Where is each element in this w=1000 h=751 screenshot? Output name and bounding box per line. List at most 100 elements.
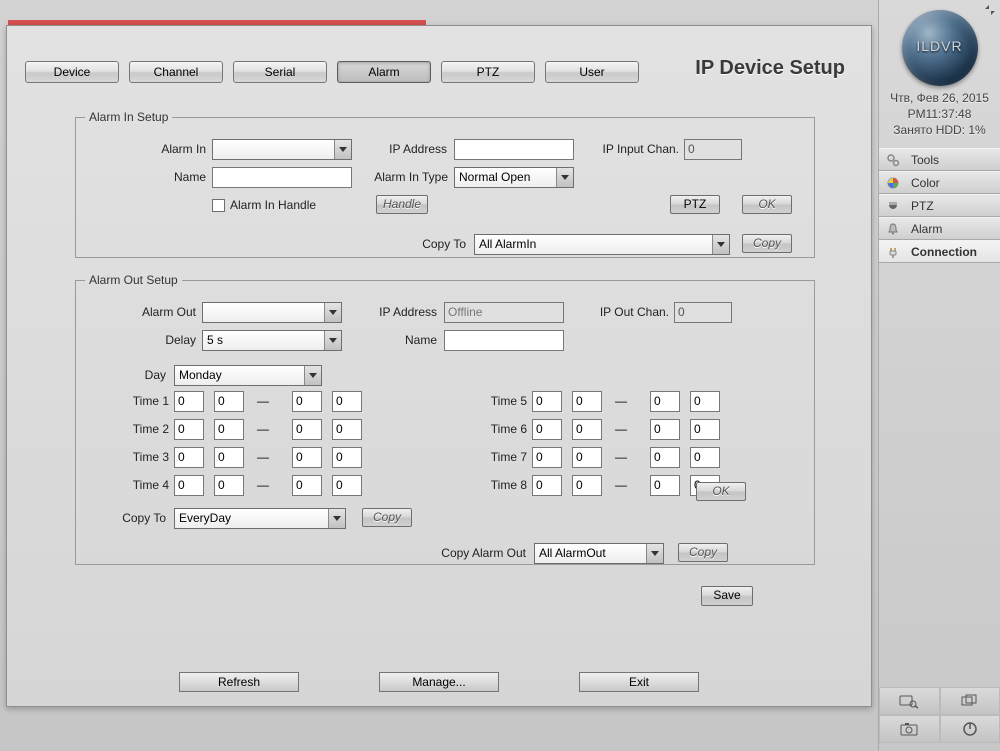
dash-icon: — — [256, 394, 270, 408]
btn-snapshot[interactable] — [879, 715, 940, 743]
inp-time-1-4[interactable]: 0 — [332, 391, 362, 412]
chevron-down-icon — [556, 168, 573, 187]
sidetab-alarm[interactable]: Alarm — [879, 217, 1000, 240]
inp-time-7-4[interactable]: 0 — [690, 447, 720, 468]
sidetab-ptz[interactable]: PTZ — [879, 194, 1000, 217]
sel-copy-to-day[interactable]: EveryDay — [174, 508, 346, 529]
inp-time-5-2[interactable]: 0 — [572, 391, 602, 412]
inp-time-4-2[interactable]: 0 — [214, 475, 244, 496]
inp-time-1-2[interactable]: 0 — [214, 391, 244, 412]
inp-time-2-3[interactable]: 0 — [292, 419, 322, 440]
btn-power[interactable] — [940, 715, 1000, 743]
sidetab-label: Alarm — [911, 222, 942, 236]
inp-time-7-2[interactable]: 0 — [572, 447, 602, 468]
sel-alarm-in-type[interactable]: Normal Open — [454, 167, 574, 188]
alarm-out-legend: Alarm Out Setup — [85, 273, 182, 287]
btn-ok-out[interactable]: OK — [696, 482, 746, 501]
btn-copy-day[interactable]: Copy — [362, 508, 412, 527]
sidetab-color[interactable]: Color — [879, 171, 1000, 194]
inp-ip-address-out: Offline — [444, 302, 564, 323]
btn-ptz-in[interactable]: PTZ — [670, 195, 720, 214]
sidetab-label: Connection — [911, 245, 977, 259]
inp-name-in[interactable] — [212, 167, 352, 188]
inp-time-4-1[interactable]: 0 — [174, 475, 204, 496]
sidetab-connection[interactable]: Connection — [879, 240, 1000, 263]
inp-time-4-4[interactable]: 0 — [332, 475, 362, 496]
inp-time-8-2[interactable]: 0 — [572, 475, 602, 496]
lbl-day: Day — [106, 368, 166, 382]
inp-time-6-3[interactable]: 0 — [650, 419, 680, 440]
inp-time-7-3[interactable]: 0 — [650, 447, 680, 468]
lbl-time-7: Time 7 — [472, 450, 527, 464]
btn-copy-out[interactable]: Copy — [678, 543, 728, 562]
sel-alarm-out[interactable] — [202, 302, 342, 323]
sel-copy-to-in[interactable]: All AlarmIn — [474, 234, 730, 255]
inp-time-4-3[interactable]: 0 — [292, 475, 322, 496]
dash-icon: — — [256, 422, 270, 436]
chevron-down-icon — [324, 331, 341, 350]
tab-user[interactable]: User — [545, 61, 639, 83]
btn-copy-in[interactable]: Copy — [742, 234, 792, 253]
sidetab-tools[interactable]: Tools — [879, 148, 1000, 171]
sel-delay[interactable]: 5 s — [202, 330, 342, 351]
inp-time-6-2[interactable]: 0 — [572, 419, 602, 440]
side-time: PM11:37:48 — [879, 106, 1000, 122]
inp-time-3-3[interactable]: 0 — [292, 447, 322, 468]
alarm-out-group: Alarm Out Setup Alarm Out IP Address Off… — [75, 273, 815, 565]
inp-time-6-4[interactable]: 0 — [690, 419, 720, 440]
sidetab-label: PTZ — [911, 199, 934, 213]
lbl-alarm-out: Alarm Out — [106, 305, 196, 319]
btn-save[interactable]: Save — [701, 586, 753, 606]
inp-time-5-1[interactable]: 0 — [532, 391, 562, 412]
dash-icon: — — [256, 450, 270, 464]
lbl-time-1: Time 1 — [114, 394, 169, 408]
inp-time-2-4[interactable]: 0 — [332, 419, 362, 440]
inp-time-6-1[interactable]: 0 — [532, 419, 562, 440]
tab-channel[interactable]: Channel — [129, 61, 223, 83]
inp-time-8-1[interactable]: 0 — [532, 475, 562, 496]
tab-alarm[interactable]: Alarm — [337, 61, 431, 83]
chk-alarm-in-handle[interactable] — [212, 199, 225, 212]
tab-serial[interactable]: Serial — [233, 61, 327, 83]
btn-multiview[interactable] — [940, 687, 1000, 715]
inp-time-5-3[interactable]: 0 — [650, 391, 680, 412]
inp-time-2-2[interactable]: 0 — [214, 419, 244, 440]
chevron-down-icon — [324, 303, 341, 322]
inp-time-3-1[interactable]: 0 — [174, 447, 204, 468]
logo: ILDVR — [902, 10, 978, 86]
btn-ok-in[interactable]: OK — [742, 195, 792, 214]
dash-icon: — — [614, 478, 628, 492]
btn-handle[interactable]: Handle — [376, 195, 428, 214]
inp-time-2-1[interactable]: 0 — [174, 419, 204, 440]
lbl-delay: Delay — [106, 333, 196, 347]
inp-time-3-4[interactable]: 0 — [332, 447, 362, 468]
tab-device[interactable]: Device — [25, 61, 119, 83]
lbl-time-3: Time 3 — [114, 450, 169, 464]
expand-icon[interactable] — [984, 4, 996, 16]
alarm-in-legend: Alarm In Setup — [85, 110, 172, 124]
inp-time-5-4[interactable]: 0 — [690, 391, 720, 412]
page-title: IP Device Setup — [695, 57, 845, 80]
inp-ip-address-in[interactable] — [454, 139, 574, 160]
inp-name-out[interactable] — [444, 330, 564, 351]
inp-time-8-3[interactable]: 0 — [650, 475, 680, 496]
btn-search[interactable] — [879, 687, 940, 715]
sel-copy-alarm-out[interactable]: All AlarmOut — [534, 543, 664, 564]
tab-ptz[interactable]: PTZ — [441, 61, 535, 83]
inp-time-7-1[interactable]: 0 — [532, 447, 562, 468]
sel-alarm-in[interactable] — [212, 139, 352, 160]
color-wheel-icon — [885, 175, 901, 191]
side-date: Чтв, Фев 26, 2015 — [879, 90, 1000, 106]
inp-time-3-2[interactable]: 0 — [214, 447, 244, 468]
dash-icon: — — [614, 450, 628, 464]
lbl-ip-input-chan: IP Input Chan. — [584, 142, 679, 156]
chevron-down-icon — [712, 235, 729, 254]
sel-day[interactable]: Monday — [174, 365, 322, 386]
btn-exit[interactable]: Exit — [579, 672, 699, 692]
camera-icon — [899, 721, 919, 737]
inp-time-1-1[interactable]: 0 — [174, 391, 204, 412]
btn-refresh[interactable]: Refresh — [179, 672, 299, 692]
inp-time-1-3[interactable]: 0 — [292, 391, 322, 412]
btn-manage[interactable]: Manage... — [379, 672, 499, 692]
chevron-down-icon — [646, 544, 663, 563]
